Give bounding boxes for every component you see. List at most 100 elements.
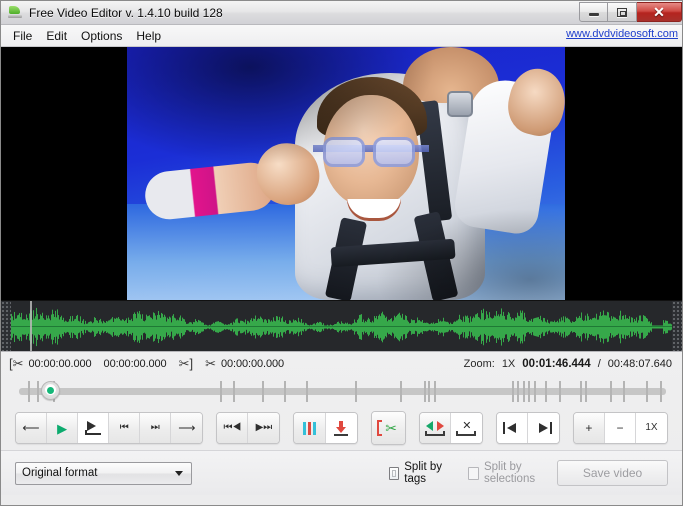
inout-button-group <box>495 412 560 444</box>
seek-tick <box>233 381 236 402</box>
jump-to-end-button[interactable]: ▶⏭ <box>248 413 280 443</box>
play-icon: ▶ <box>57 420 68 436</box>
play-from-marker-button[interactable] <box>78 413 110 443</box>
seek-track[interactable] <box>19 388 666 395</box>
audio-waveform-panel[interactable] <box>1 300 682 352</box>
bracket-scissors-icon: ✂ <box>377 419 399 437</box>
play-button[interactable]: ▶ <box>47 413 79 443</box>
seek-tick <box>580 381 583 402</box>
jump-to-begin-button[interactable]: ⏮◀ <box>217 413 249 443</box>
cut-selection-button[interactable]: ✂ <box>371 412 405 444</box>
video-preview-area[interactable] <box>1 47 682 300</box>
rewind-to-begin-icon: ⏮◀ <box>223 422 242 433</box>
current-time: 00:01:46.444 <box>522 358 591 370</box>
next-marker-button[interactable]: ⏭ <box>140 413 172 443</box>
output-format-value: Original format <box>22 467 98 479</box>
seek-tick <box>544 381 547 402</box>
skip-to-start-icon: ⏮ <box>119 422 129 433</box>
close-icon: ✕ <box>653 4 665 20</box>
zoom-button-group: + − 1X <box>572 412 669 444</box>
menu-help[interactable]: Help <box>129 27 168 45</box>
seek-tick <box>262 381 265 402</box>
website-link[interactable]: www.dvdvideosoft.com <box>566 28 678 40</box>
waveform-right-grip[interactable] <box>672 301 682 351</box>
marker-bars-icon <box>303 421 317 435</box>
zoom-out-button[interactable]: − <box>604 413 636 443</box>
checkbox-box <box>468 466 479 480</box>
cut-end-icon: ✂] <box>178 356 194 371</box>
seek-slider[interactable] <box>9 376 674 406</box>
menu-edit[interactable]: Edit <box>39 27 74 45</box>
merge-segments-button[interactable] <box>419 413 451 443</box>
zoom-level-icon: 1X <box>645 422 658 433</box>
insert-down-arrow-icon <box>334 420 349 436</box>
seek-tick <box>559 381 562 402</box>
maximize-icon <box>617 7 627 17</box>
jump-button-group: ⏮◀ ▶⏭ <box>216 412 281 444</box>
seek-tick <box>433 381 436 402</box>
merge-arrows-icon <box>424 420 445 436</box>
seek-tick <box>399 381 402 402</box>
selection-start-time: 00:00:00.000 <box>28 358 92 370</box>
cut-button-group: ✂ <box>370 411 406 445</box>
preview-vignette <box>127 47 565 300</box>
video-frame <box>127 47 565 300</box>
previous-marker-button[interactable]: ⏮ <box>109 413 141 443</box>
zoom-in-button[interactable]: + <box>573 413 605 443</box>
transport-button-group: ⟵ ▶ ⏮ ⏭ ⟶ <box>15 412 204 444</box>
zoom-reset-button[interactable]: 1X <box>635 413 668 443</box>
seek-tick <box>511 381 514 402</box>
split-by-tags-checkbox[interactable]: Split by tags <box>388 461 454 485</box>
segment-button-group: ✕ <box>418 412 483 444</box>
seek-tick <box>660 381 663 402</box>
menu-file[interactable]: File <box>6 27 39 45</box>
zoom-value: 1X <box>501 358 516 370</box>
waveform-left-grip[interactable] <box>1 301 11 351</box>
seek-tick <box>584 381 587 402</box>
selection-start-group: [✂ 00:00:00.000 <box>9 356 92 372</box>
close-button[interactable]: ✕ <box>637 2 682 22</box>
split-by-tags-label: Split by tags <box>404 461 442 485</box>
seek-tick <box>284 381 287 402</box>
split-by-selections-checkbox: Split by selections <box>468 461 557 485</box>
split-by-selections-label: Split by selections <box>483 461 536 485</box>
forward-to-end-icon: ▶⏭ <box>255 422 273 433</box>
menu-options[interactable]: Options <box>74 27 129 45</box>
window-controls: ✕ <box>579 1 682 25</box>
step-back-button[interactable]: ⟵ <box>16 413 48 443</box>
seek-tick <box>528 381 531 402</box>
step-forward-button[interactable]: ⟶ <box>171 413 203 443</box>
arrow-right-icon: ⟶ <box>178 421 196 435</box>
set-out-point-icon <box>534 422 553 434</box>
waveform-playhead[interactable] <box>30 301 32 351</box>
delete-segment-button[interactable]: ✕ <box>450 413 482 443</box>
waveform-canvas[interactable] <box>11 301 672 351</box>
window-title: Free Video Editor v. 1.4.10 build 128 <box>29 5 223 20</box>
insert-marker-button[interactable] <box>325 413 357 443</box>
zoom-and-time-group: Zoom: 1X 00:01:46.444 / 00:48:07.640 <box>464 358 674 370</box>
selection-length-time: 00:00:00.000 <box>103 358 167 370</box>
seek-tick <box>622 381 625 402</box>
seek-tick <box>306 381 309 402</box>
set-out-point-button[interactable] <box>527 413 559 443</box>
output-format-select[interactable]: Original format <box>15 461 192 485</box>
seek-tick <box>37 381 40 402</box>
plus-icon: + <box>585 421 593 435</box>
set-in-point-button[interactable] <box>496 413 528 443</box>
time-divider: / <box>597 358 601 370</box>
minimize-button[interactable] <box>579 2 608 22</box>
seek-tick <box>28 381 31 402</box>
save-video-button: Save video <box>557 460 669 486</box>
add-marker-button[interactable] <box>294 413 326 443</box>
seek-handle[interactable] <box>41 381 60 400</box>
menu-bar: File Edit Options Help www.dvdvideosoft.… <box>1 25 682 47</box>
checkbox-box[interactable] <box>388 466 400 480</box>
minus-icon: − <box>616 421 624 435</box>
marker-button-group <box>293 412 358 444</box>
seek-tick <box>610 381 613 402</box>
seek-tick <box>219 381 222 402</box>
timecode-row: [✂ 00:00:00.000 00:00:00.000 ✂] ✂ 00:00:… <box>1 352 682 376</box>
cut-marker-icon: ✂ <box>205 356 216 371</box>
maximize-button[interactable] <box>608 2 637 22</box>
minimize-icon <box>588 13 599 16</box>
